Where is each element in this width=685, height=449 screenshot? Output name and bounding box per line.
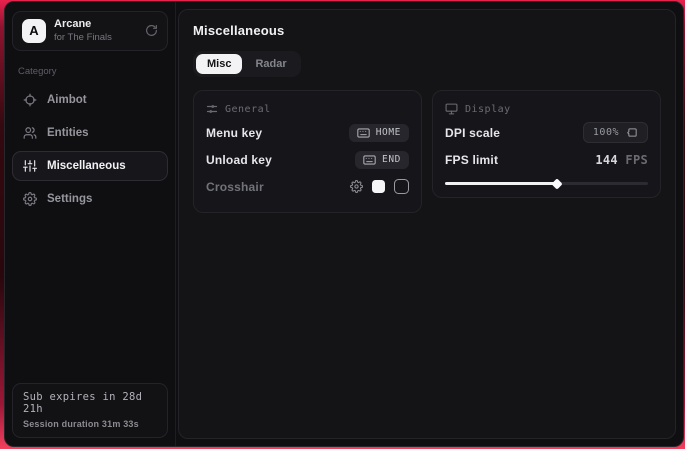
menu-key-bind-button[interactable]: HOME (349, 124, 409, 142)
crosshair-controls (350, 179, 409, 194)
unload-key-row: Unload key END (206, 146, 409, 173)
fps-limit-label: FPS limit (445, 153, 498, 167)
fps-limit-row: FPS limit 144 FPS (445, 146, 648, 173)
sub-expiry-text: Sub expires in 28d 21h (23, 391, 157, 415)
tab-radar[interactable]: Radar (244, 54, 297, 74)
display-card-title: Display (465, 104, 511, 115)
sidebar-item-label: Entities (47, 127, 89, 139)
keyboard-icon (363, 155, 376, 165)
fps-limit-slider[interactable] (445, 182, 648, 185)
category-label: Category (18, 66, 162, 77)
sliders-icon (23, 159, 37, 173)
menu-key-row: Menu key HOME (206, 119, 409, 146)
fps-slider-thumb[interactable] (551, 178, 562, 189)
gear-icon (23, 192, 37, 206)
fps-unit: FPS (625, 153, 648, 167)
fps-limit-value: 144 FPS (595, 153, 648, 167)
session-duration-text: Session duration 31m 33s (23, 419, 157, 429)
sidebar-item-entities[interactable]: Entities (12, 118, 168, 148)
unload-key-label: Unload key (206, 153, 272, 167)
display-card: Display DPI scale 100% FPS limit (432, 90, 661, 198)
dpi-scale-row: DPI scale 100% (445, 119, 648, 146)
sidebar-item-aimbot[interactable]: Aimbot (12, 85, 168, 115)
app-title: Arcane (54, 18, 112, 32)
cards-row: General Menu key HOME Unload key (193, 90, 661, 213)
crosshair-color-swatch[interactable] (372, 180, 385, 193)
crosshair-settings-gear-icon[interactable] (350, 180, 363, 193)
crosshair-checkbox[interactable] (394, 179, 409, 194)
brand-card: A Arcane for The Finals (12, 11, 168, 51)
sidebar-item-label: Settings (47, 193, 92, 205)
display-card-header: Display (445, 101, 648, 119)
tab-bar: Misc Radar (193, 51, 301, 77)
sliders-horizontal-icon (206, 103, 218, 115)
crosshair-row: Crosshair (206, 173, 409, 200)
content-panel: Miscellaneous Misc Radar General Menu ke… (178, 9, 676, 439)
sidebar-item-label: Aimbot (47, 94, 87, 106)
unload-key-bind-button[interactable]: END (355, 151, 409, 169)
monitor-icon (445, 103, 458, 115)
brand-text: Arcane for The Finals (54, 18, 112, 44)
page-title: Miscellaneous (193, 23, 661, 38)
general-card: General Menu key HOME Unload key (193, 90, 422, 213)
sidebar-nav: Aimbot Entities Miscellaneous Settings (12, 85, 168, 214)
crosshair-label: Crosshair (206, 180, 264, 194)
crosshair-icon (23, 93, 37, 107)
tab-misc[interactable]: Misc (196, 54, 242, 74)
app-logo: A (22, 19, 46, 43)
refresh-icon[interactable] (145, 24, 158, 37)
app-subtitle: for The Finals (54, 32, 112, 44)
dpi-scale-label: DPI scale (445, 126, 500, 140)
general-card-header: General (206, 101, 409, 119)
users-icon (23, 126, 37, 140)
app-window: A Arcane for The Finals Category Aimbot (4, 1, 684, 447)
dpi-scale-value: 100% (593, 127, 619, 138)
menu-key-value: HOME (376, 127, 401, 138)
keyboard-icon (357, 128, 370, 138)
sidebar-item-label: Miscellaneous (47, 160, 126, 172)
main-area: Miscellaneous Misc Radar General Menu ke… (176, 2, 683, 446)
fps-number: 144 (595, 153, 618, 167)
menu-key-label: Menu key (206, 126, 262, 140)
fps-slider-fill (445, 182, 557, 185)
sidebar-item-settings[interactable]: Settings (12, 184, 168, 214)
unload-key-value: END (382, 154, 401, 165)
dpi-scale-selector[interactable]: 100% (583, 122, 648, 143)
sidebar-item-miscellaneous[interactable]: Miscellaneous (12, 151, 168, 181)
subscription-info: Sub expires in 28d 21h Session duration … (12, 383, 168, 438)
cycle-icon (627, 127, 638, 138)
sidebar: A Arcane for The Finals Category Aimbot (5, 2, 176, 446)
general-card-title: General (225, 104, 271, 115)
